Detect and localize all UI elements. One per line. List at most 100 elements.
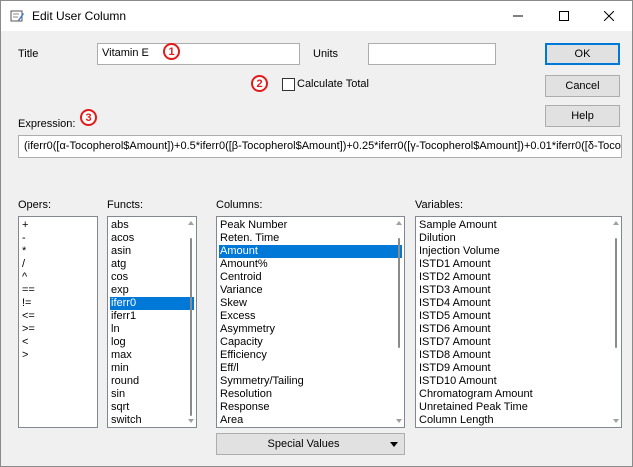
column-list-item[interactable]: Asymmetry <box>219 323 402 336</box>
column-list-item[interactable]: Peak Number <box>219 219 402 232</box>
variable-list-item[interactable]: ISTD4 Amount <box>418 297 619 310</box>
callout-badge-1: 1 <box>163 43 180 60</box>
oper-list-item[interactable]: != <box>21 297 95 310</box>
cancel-button[interactable]: Cancel <box>545 75 620 97</box>
oper-list-item[interactable]: - <box>21 232 95 245</box>
column-list-item[interactable]: Eff/l <box>219 362 402 375</box>
variable-list-item[interactable]: Chromatogram Amount <box>418 388 619 401</box>
ok-button[interactable]: OK <box>545 43 620 65</box>
variables-label: Variables: <box>415 199 464 211</box>
units-input[interactable] <box>368 43 496 65</box>
variable-list-item[interactable]: Sample Amount <box>418 219 619 232</box>
functs-scroll-thumb[interactable] <box>190 238 192 416</box>
title-input[interactable]: Vitamin E <box>97 43 300 65</box>
oper-list-item[interactable]: + <box>21 219 95 232</box>
oper-list-item[interactable]: == <box>21 284 95 297</box>
variable-list-item[interactable]: Unretained Peak Time <box>418 401 619 414</box>
column-list-item[interactable]: Amount <box>219 245 402 258</box>
column-list-item[interactable]: Symmetry/Tailing <box>219 375 402 388</box>
funct-list-item[interactable]: sqrt <box>110 401 194 414</box>
units-label: Units <box>313 48 339 60</box>
columns-scrollbar[interactable] <box>395 218 403 426</box>
opers-listbox[interactable]: + - * / ^ == != <= >= < > <box>18 216 98 428</box>
scroll-up-arrow-icon[interactable] <box>396 221 402 225</box>
column-list-item[interactable]: Reten. Time <box>219 232 402 245</box>
column-list-item[interactable]: Efficiency <box>219 349 402 362</box>
help-button[interactable]: Help <box>545 105 620 127</box>
close-button[interactable] <box>586 1 632 31</box>
funct-list-item[interactable]: round <box>110 375 194 388</box>
oper-list-item[interactable]: >= <box>21 323 95 336</box>
minimize-button[interactable] <box>495 1 541 31</box>
oper-list-item[interactable]: * <box>21 245 95 258</box>
variable-list-item[interactable]: ISTD9 Amount <box>418 362 619 375</box>
variable-list-item[interactable]: ISTD10 Amount <box>418 375 619 388</box>
expression-input[interactable]: (iferr0([α-Tocopherol$Amount])+0.5*iferr… <box>18 135 622 158</box>
oper-list-item[interactable]: > <box>21 349 95 362</box>
calculate-total-label[interactable]: Calculate Total <box>297 78 369 90</box>
variable-list-item[interactable]: Dilution <box>418 232 619 245</box>
funct-list-item[interactable]: min <box>110 362 194 375</box>
funct-list-item[interactable]: log <box>110 336 194 349</box>
column-list-item[interactable]: Variance <box>219 284 402 297</box>
scroll-down-arrow-icon[interactable] <box>613 419 619 423</box>
scroll-up-arrow-icon[interactable] <box>188 221 194 225</box>
funct-list-item[interactable]: atg <box>110 258 194 271</box>
column-list-item[interactable]: Excess <box>219 310 402 323</box>
scroll-down-arrow-icon[interactable] <box>188 419 194 423</box>
funct-list-item[interactable]: asin <box>110 245 194 258</box>
funct-list-item[interactable]: iferr0 <box>110 297 194 310</box>
oper-list-item[interactable]: <= <box>21 310 95 323</box>
variable-list-item[interactable]: ISTD2 Amount <box>418 271 619 284</box>
column-list-item[interactable]: Capacity <box>219 336 402 349</box>
cancel-button-label: Cancel <box>565 80 600 92</box>
variable-list-item[interactable]: Column Length <box>418 414 619 427</box>
variable-list-item[interactable]: ISTD6 Amount <box>418 323 619 336</box>
variable-list-item[interactable]: ISTD7 Amount <box>418 336 619 349</box>
funct-list-item[interactable]: iferr1 <box>110 310 194 323</box>
column-list-item[interactable]: Area <box>219 414 402 427</box>
callout-badge-3: 3 <box>80 109 97 126</box>
expression-label: Expression: <box>18 118 76 130</box>
variables-scroll-thumb[interactable] <box>615 238 617 348</box>
funct-list-item[interactable]: acos <box>110 232 194 245</box>
column-list-item[interactable]: Amount% <box>219 258 402 271</box>
functs-label: Functs: <box>107 199 144 211</box>
variable-list-item[interactable]: ISTD1 Amount <box>418 258 619 271</box>
oper-list-item[interactable]: ^ <box>21 271 95 284</box>
opers-list: + - * / ^ == != <= >= < > <box>19 217 97 362</box>
calculate-total-checkbox[interactable] <box>282 78 295 91</box>
variables-listbox[interactable]: Sample Amount Dilution Injection Volume IST… <box>415 216 622 428</box>
variable-list-item[interactable]: ISTD3 Amount <box>418 284 619 297</box>
variable-list-item[interactable]: ISTD5 Amount <box>418 310 619 323</box>
oper-list-item[interactable]: < <box>21 336 95 349</box>
funct-list-item[interactable]: max <box>110 349 194 362</box>
funct-list-item[interactable]: ln <box>110 323 194 336</box>
functs-listbox[interactable]: abs acos asin atg cos exp iferr0 iferr1 ln log max… <box>107 216 197 428</box>
columns-listbox[interactable]: Peak Number Reten. Time Amount Amount% Centr… <box>216 216 405 428</box>
funct-list-item[interactable]: abs <box>110 219 194 232</box>
variable-list-item[interactable]: ISTD8 Amount <box>418 349 619 362</box>
scroll-down-arrow-icon[interactable] <box>396 419 402 423</box>
funct-list-item[interactable]: cos <box>110 271 194 284</box>
scroll-up-arrow-icon[interactable] <box>613 221 619 225</box>
funct-list-item[interactable]: exp <box>110 284 194 297</box>
columns-label: Columns: <box>216 199 263 211</box>
column-list-item[interactable]: Response <box>219 401 402 414</box>
column-list-item[interactable]: Skew <box>219 297 402 310</box>
dialog-edit-icon <box>10 10 24 22</box>
funct-list-item[interactable]: switch <box>110 414 194 427</box>
oper-list-item[interactable]: / <box>21 258 95 271</box>
ok-button-label: OK <box>574 48 591 60</box>
column-list-item[interactable]: Centroid <box>219 271 402 284</box>
column-list-item[interactable]: Resolution <box>219 388 402 401</box>
variable-list-item[interactable]: Injection Volume <box>418 245 619 258</box>
special-values-label: Special Values <box>267 438 340 450</box>
title-bar[interactable]: Edit User Column <box>1 1 632 31</box>
functs-scrollbar[interactable] <box>187 218 195 426</box>
variables-scrollbar[interactable] <box>612 218 620 426</box>
funct-list-item[interactable]: sin <box>110 388 194 401</box>
columns-scroll-thumb[interactable] <box>398 238 400 348</box>
special-values-button[interactable]: Special Values <box>216 433 405 455</box>
maximize-button[interactable] <box>541 1 587 31</box>
